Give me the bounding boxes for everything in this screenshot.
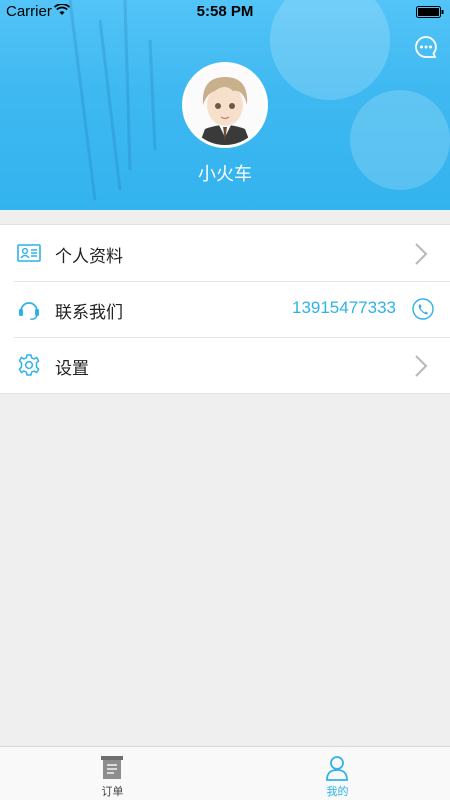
battery-icon [416, 6, 444, 18]
menu-item-label: 设置 [55, 359, 89, 379]
menu-item-profile[interactable]: 个人资料 [0, 225, 450, 281]
message-icon[interactable] [414, 35, 438, 59]
gear-icon [18, 354, 40, 376]
menu-item-label: 联系我们 [55, 303, 123, 323]
tab-bar: 订单 我的 [0, 746, 450, 800]
avatar-illustration [185, 65, 265, 145]
menu-item-label: 个人资料 [55, 247, 123, 267]
document-icon [101, 756, 123, 779]
tab-orders[interactable]: 订单 [0, 747, 225, 800]
contact-phone-number[interactable]: 13915477333 [292, 298, 396, 318]
tab-label: 订单 [101, 785, 124, 798]
status-bar: Carrier 5:58 PM [0, 0, 450, 24]
tab-label: 我的 [326, 785, 349, 798]
phone-icon[interactable] [412, 298, 434, 320]
username: 小火车 [198, 164, 252, 185]
chevron-right-icon [415, 243, 428, 265]
menu-item-settings[interactable]: 设置 [0, 337, 450, 393]
avatar[interactable] [182, 62, 268, 148]
tab-mine[interactable]: 我的 [225, 747, 450, 800]
status-time: 5:58 PM [196, 3, 254, 20]
headset-icon [19, 302, 39, 320]
person-icon [326, 756, 348, 781]
profile-header: Carrier 5:58 PM 小火车 [0, 0, 450, 210]
id-card-icon [17, 244, 41, 262]
menu-list: 个人资料 联系我们 13915477333 设置 [0, 224, 450, 394]
menu-item-contact[interactable]: 联系我们 13915477333 [0, 281, 450, 337]
chevron-right-icon [415, 355, 428, 377]
